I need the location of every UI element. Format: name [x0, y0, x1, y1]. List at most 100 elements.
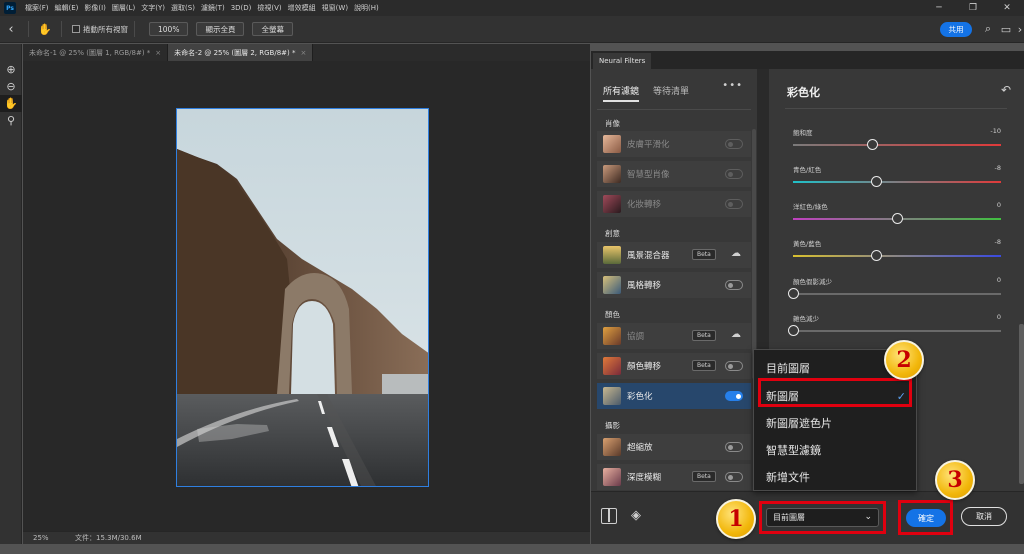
menu-help[interactable]: 說明(H) — [351, 3, 382, 13]
filter-label: 風格轉移 — [627, 281, 662, 291]
cloud-download-icon[interactable]: ☁ — [731, 248, 741, 259]
filter-skin-smoothing[interactable]: 皮膚平滑化 — [597, 131, 751, 157]
slider-knob[interactable] — [788, 288, 799, 299]
checkbox-box[interactable] — [72, 25, 80, 33]
menu-file[interactable]: 檔案(F) — [22, 3, 52, 13]
filter-label: 協調 — [627, 332, 645, 342]
filter-label: 超縮放 — [627, 443, 653, 453]
back-chevron-icon[interactable]: ‹ — [0, 16, 22, 43]
slider-knob[interactable] — [871, 176, 883, 187]
menu-option-new-document[interactable]: 新增文件 — [766, 469, 810, 485]
output-dropdown[interactable]: 目前圖層 ⌄ — [766, 508, 879, 527]
fill-screen-button[interactable]: 全螢幕 — [252, 22, 293, 36]
close-tab-icon[interactable]: × — [300, 49, 306, 57]
layers-stack-icon[interactable]: ◈ — [631, 508, 641, 523]
restore-icon[interactable]: ❐ — [956, 0, 990, 16]
zoom-in-icon[interactable]: ⊕ — [0, 61, 22, 78]
filter-depth-blur[interactable]: 深度模糊 Beta — [597, 464, 751, 490]
settings-scrollbar[interactable] — [1019, 324, 1024, 484]
tab-all-filters[interactable]: 所有濾鏡 — [603, 84, 640, 102]
divider — [785, 108, 1007, 109]
slider-label: 黃色/藍色 — [793, 240, 822, 248]
slider-knob[interactable] — [867, 139, 879, 150]
zoom-level[interactable]: 25% — [23, 534, 49, 542]
filter-makeup-transfer[interactable]: 化妝轉移 — [597, 191, 751, 217]
photoshop-logo-icon: Ps — [4, 2, 16, 14]
neural-filters-tab[interactable]: Neural Filters — [593, 53, 652, 69]
slider-track[interactable] — [793, 144, 1001, 146]
menu-option-current-layer[interactable]: 目前圖層 — [766, 360, 810, 376]
menu-window[interactable]: 視窗(W) — [319, 3, 351, 13]
document-tabs: 未命名-1 @ 25% (圖層 1, RGB/8#) * × 未命名-2 @ 2… — [23, 44, 590, 61]
document-info[interactable]: 文件：15.3M/30.6M — [75, 533, 142, 543]
search-icon[interactable]: ⌕ — [980, 21, 996, 37]
hand-tool-icon[interactable]: ✋ — [35, 19, 55, 39]
menu-select[interactable]: 選取(S) — [168, 3, 198, 13]
filter-style-transfer[interactable]: 風格轉移 — [597, 272, 751, 298]
slider-track[interactable] — [793, 181, 1001, 183]
slider-knob[interactable] — [892, 213, 903, 224]
scroll-all-label: 捲動所有視窗 — [83, 24, 128, 34]
menu-view[interactable]: 檢視(V) — [254, 3, 284, 13]
close-icon[interactable]: ✕ — [990, 0, 1024, 16]
slider-knob[interactable] — [788, 325, 799, 336]
menu-edit[interactable]: 編輯(E) — [52, 3, 82, 13]
filter-label: 深度模糊 — [627, 473, 662, 483]
menu-layer[interactable]: 圖層(L) — [109, 3, 138, 13]
filter-toggle[interactable] — [725, 139, 743, 149]
filter-list-scrollbar[interactable] — [752, 129, 756, 379]
doc-tab-2[interactable]: 未命名-2 @ 25% (圖層 2, RGB/8#) * × — [168, 44, 314, 61]
hand-icon[interactable]: ✋ — [0, 95, 22, 112]
scroll-all-windows-checkbox[interactable]: 捲動所有視窗 — [72, 24, 128, 35]
filter-smart-portrait[interactable]: 智慧型肖像 — [597, 161, 751, 187]
before-after-split-icon[interactable] — [601, 508, 617, 524]
filter-toggle[interactable] — [725, 199, 743, 209]
cloud-download-icon[interactable]: ☁ — [731, 329, 741, 340]
menu-option-smart-filter[interactable]: 智慧型濾鏡 — [766, 442, 821, 458]
slider-knob[interactable] — [871, 250, 883, 261]
filter-landscape-mixer[interactable]: 風景混合器 Beta ☁ — [597, 242, 751, 268]
filter-toggle[interactable] — [725, 391, 743, 401]
zoom-out-icon[interactable]: ⊖ — [0, 78, 22, 95]
slider-track[interactable] — [793, 255, 1001, 257]
filter-colorize[interactable]: 彩色化 — [597, 383, 751, 409]
filter-toggle[interactable] — [725, 442, 743, 452]
filter-color-transfer[interactable]: 顏色轉移 Beta — [597, 353, 751, 379]
cancel-button[interactable]: 取消 — [961, 507, 1007, 526]
menu-type[interactable]: 文字(Y) — [138, 3, 168, 13]
document-image[interactable] — [176, 108, 429, 487]
menu-filter[interactable]: 濾鏡(T) — [198, 3, 228, 13]
filter-harmonization[interactable]: 協調 Beta ☁ — [597, 323, 751, 349]
workspace-chevron-icon[interactable]: › — [1012, 21, 1024, 37]
zoom-100-button[interactable]: 100% — [149, 22, 189, 36]
menu-3d[interactable]: 3D(D) — [228, 4, 255, 12]
tab-waitlist[interactable]: 等待清單 — [653, 84, 689, 102]
menu-image[interactable]: 影像(I) — [81, 3, 109, 13]
reset-icon[interactable]: ↶ — [1001, 83, 1011, 97]
filter-toggle[interactable] — [725, 280, 743, 290]
filter-toggle[interactable] — [725, 472, 743, 482]
doc-tab-1[interactable]: 未命名-1 @ 25% (圖層 1, RGB/8#) * × — [23, 44, 169, 61]
share-button[interactable]: 共用 — [940, 22, 972, 37]
filter-toggle[interactable] — [725, 361, 743, 371]
more-options-icon[interactable]: ••• — [722, 80, 743, 91]
menu-plugins[interactable]: 增效模組 — [285, 3, 319, 13]
skin-smoothing-thumbnail-icon — [603, 135, 621, 153]
magnifier-icon[interactable]: ⚲ — [0, 112, 22, 129]
filter-label: 顏色轉移 — [627, 362, 662, 372]
slider-track[interactable] — [793, 330, 1001, 332]
fit-screen-button[interactable]: 顯示全頁 — [196, 22, 245, 36]
ok-button[interactable]: 確定 — [906, 509, 946, 527]
slider-track[interactable] — [793, 293, 1001, 295]
minimize-icon[interactable]: ─ — [922, 0, 956, 16]
section-portrait: 肖像 — [605, 119, 620, 128]
settings-scroll-gutter — [1017, 69, 1024, 491]
filter-super-zoom[interactable]: 超縮放 — [597, 434, 751, 460]
menu-option-new-layer-mask[interactable]: 新圖層遮色片 — [766, 415, 832, 431]
doc-tab-label: 未命名-1 @ 25% (圖層 1, RGB/8#) * — [29, 48, 151, 57]
filter-label: 風景混合器 — [627, 251, 670, 261]
filter-tabs: 所有濾鏡 等待清單 — [603, 84, 689, 102]
close-tab-icon[interactable]: × — [155, 49, 161, 57]
filter-toggle[interactable] — [725, 169, 743, 179]
filter-list-panel: 所有濾鏡 等待清單 ••• 肖像 皮膚平滑化 智慧型肖像 化妝轉移 創意 風景混… — [591, 69, 757, 491]
